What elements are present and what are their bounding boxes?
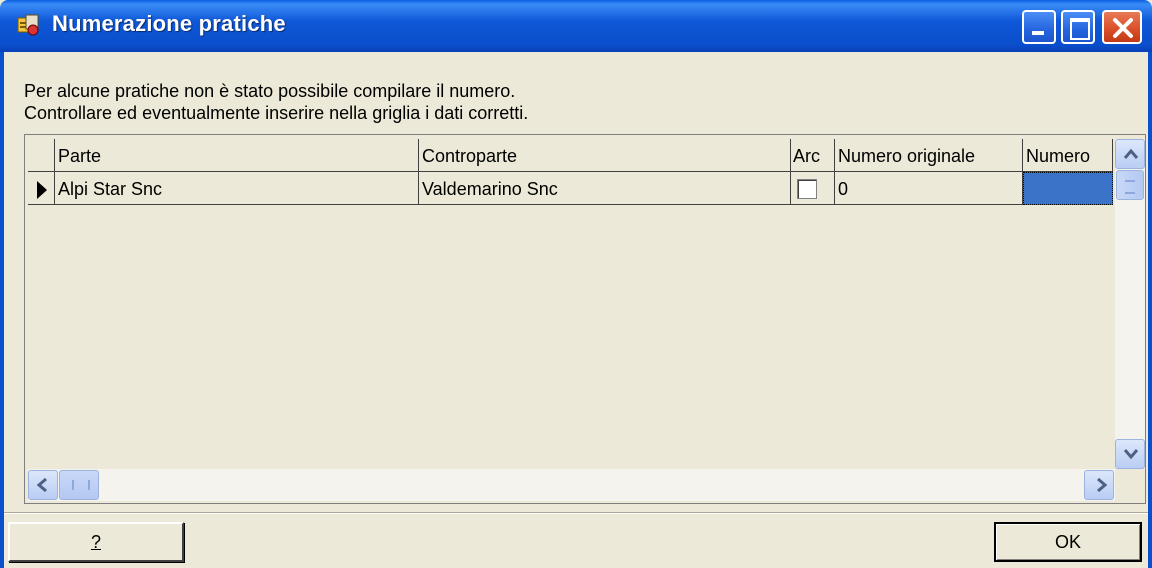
horizontal-scroll-thumb[interactable] [59,470,99,500]
scroll-up-button[interactable] [1115,139,1145,169]
scroll-right-button[interactable] [1084,470,1114,500]
chevron-down-icon [1123,449,1139,460]
maximize-button[interactable] [1061,10,1095,44]
column-header-controparte[interactable]: Controparte [419,139,791,172]
column-header-arc[interactable]: Arc [791,139,835,172]
column-header-numero[interactable]: Numero [1023,139,1113,172]
frame-left [0,52,4,568]
cell-parte[interactable]: Alpi Star Snc [55,172,419,205]
frame-right [1148,52,1152,568]
app-icon [17,14,39,36]
chevron-right-icon [1097,478,1108,492]
info-message: Per alcune pratiche non è stato possibil… [24,80,528,124]
vertical-scrollbar[interactable] [1115,139,1145,469]
cell-numero[interactable] [1023,172,1113,205]
cell-controparte[interactable]: Valdemarino Snc [419,172,791,205]
help-button-label: ? [90,532,101,552]
close-icon [1113,18,1133,38]
column-header-numero-originale[interactable]: Numero originale [835,139,1023,172]
row-indicator[interactable] [28,172,55,205]
scroll-down-button[interactable] [1115,439,1145,469]
data-grid[interactable]: Parte Controparte Arc Numero originale N… [24,134,1146,504]
ok-button[interactable]: OK [994,522,1142,562]
cell-numero-originale[interactable]: 0 [835,172,1023,205]
help-button[interactable]: ? [8,522,184,562]
scroll-left-button[interactable] [28,470,58,500]
footer-separator [4,512,1148,514]
current-row-arrow-icon [37,181,47,199]
column-header-parte[interactable]: Parte [55,139,419,172]
horizontal-scrollbar[interactable] [28,469,1115,501]
vertical-scroll-thumb[interactable] [1116,170,1144,200]
message-line-1: Per alcune pratiche non è stato possibil… [24,81,516,101]
chevron-up-icon [1123,148,1139,159]
title-bar[interactable]: Numerazione pratiche [0,0,1152,52]
minimize-button[interactable] [1022,10,1056,44]
close-button[interactable] [1102,10,1142,44]
chevron-left-icon [36,478,47,492]
arc-checkbox[interactable] [797,179,817,199]
dialog-window: Numerazione pratiche Per alcune pratiche… [0,0,1152,568]
message-line-2: Controllare ed eventualmente inserire ne… [24,103,529,123]
window-title: Numerazione pratiche [52,11,286,36]
row-indicator-header [28,139,55,172]
